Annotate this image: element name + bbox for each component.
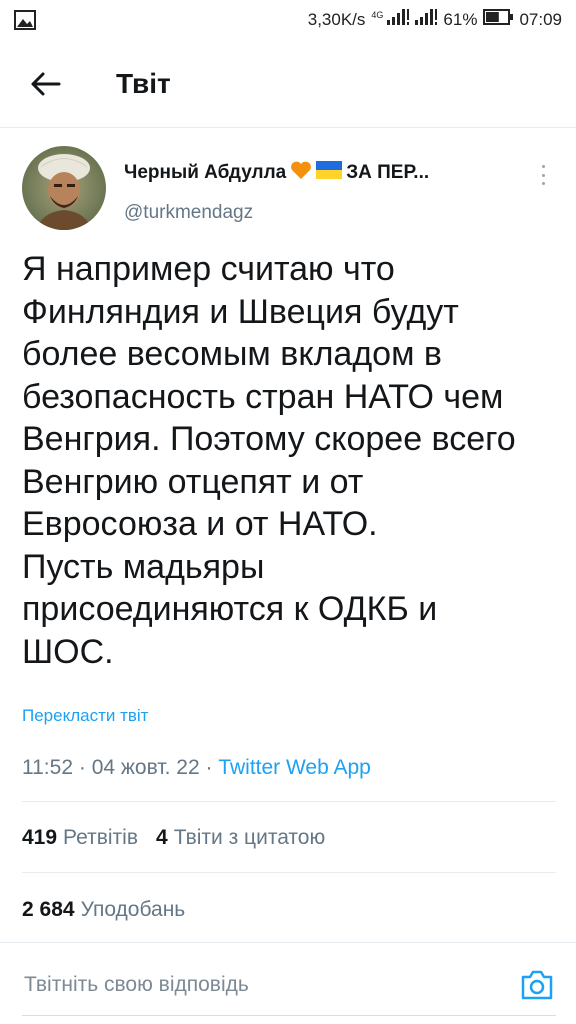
tweet-text-line: Финляндия и Швеция будут xyxy=(22,292,459,331)
tweet-author-handle[interactable]: @turkmendagz xyxy=(124,202,253,224)
tweet-text-line: ШОС. xyxy=(22,632,114,671)
tweet-text: Я например считаю что Финляндия и Швеция… xyxy=(22,248,562,673)
avatar[interactable] xyxy=(22,146,106,230)
tweet-text-line: Пусть мадьяры xyxy=(22,547,265,586)
arrow-left-icon xyxy=(31,72,61,96)
signal-icon xyxy=(387,9,410,30)
image-notification-icon xyxy=(14,10,36,35)
retweets-count: 419 xyxy=(22,826,58,849)
likes-label: Уподобань xyxy=(80,898,186,921)
likes-count: 2 684 xyxy=(22,898,75,921)
tweet-text-line: Венгрию отцепят и от xyxy=(22,462,364,501)
divider xyxy=(22,801,556,802)
tweet-time: 11:52 xyxy=(22,756,73,779)
tweet-text-line: более весомым вкладом в xyxy=(22,335,442,373)
likes-stat[interactable]: 2 684 Уподобань xyxy=(22,898,185,921)
app-header: Твіт xyxy=(0,42,576,128)
likes-row: 2 684 Уподобань xyxy=(22,898,185,922)
network-speed: 3,30K/s xyxy=(307,9,366,29)
tweet-date: 04 жовт. 22 xyxy=(91,756,200,779)
quotes-count: 4 xyxy=(156,826,168,849)
tweet-meta: 11:52 · 04 жовт. 22 · Twitter Web App xyxy=(22,756,371,780)
network-type: 4G xyxy=(371,9,384,20)
camera-icon xyxy=(521,970,553,1000)
meta-separator: · xyxy=(205,756,213,779)
reply-bar: Твітніть свою відповідь xyxy=(0,942,576,1024)
dot-icon xyxy=(541,165,545,168)
tweet-author-name[interactable]: Черный Абдулла ЗА ПЕР... xyxy=(124,160,429,186)
signal-icon-2 xyxy=(415,9,438,30)
meta-separator: · xyxy=(78,756,86,779)
tweet-source-link[interactable]: Twitter Web App xyxy=(218,756,371,779)
tweet-text-line: Я например считаю что xyxy=(22,250,395,288)
tweet-text-line: присоединяются к ОДКБ и xyxy=(22,590,438,628)
quotes-stat[interactable]: 4 Твіти з цитатою xyxy=(156,826,325,850)
display-name: Черный Абдулла xyxy=(124,162,287,183)
page-title: Твіт xyxy=(116,68,171,99)
clock: 07:09 xyxy=(519,9,562,29)
dot-icon xyxy=(541,182,545,185)
retweets-stat[interactable]: 419 Ретвітів xyxy=(22,826,138,850)
orange-heart-icon xyxy=(290,160,312,186)
tweet-stats-row: 419 Ретвітів 4 Твіти з цитатою xyxy=(22,826,325,850)
tweet-text-line: безопасность стран НАТО чем xyxy=(22,377,504,416)
back-button[interactable] xyxy=(26,66,66,102)
battery-percent: 61% xyxy=(443,9,478,29)
translate-tweet-link[interactable]: Перекласти твіт xyxy=(22,706,148,726)
more-options-button[interactable] xyxy=(534,162,552,188)
camera-button[interactable] xyxy=(520,969,554,1001)
tweet-text-line: Евросоюза и от НАТО. xyxy=(22,505,378,543)
dot-icon xyxy=(541,173,545,177)
divider xyxy=(22,872,556,873)
tweet-text-line: Венгрия. Поэтому скорее всего xyxy=(22,420,516,458)
status-bar: 3,30K/s 4G 61% 07:09 xyxy=(0,0,576,40)
quotes-label: Твіти з цитатою xyxy=(173,826,326,849)
retweets-label: Ретвітів xyxy=(63,826,138,849)
reply-input[interactable]: Твітніть свою відповідь xyxy=(24,973,249,997)
ukraine-flag-icon xyxy=(316,161,343,185)
status-indicators: 3,30K/s 4G 61% 07:09 xyxy=(308,9,562,30)
reply-underline xyxy=(22,1015,556,1016)
battery-icon xyxy=(483,9,514,30)
display-name-suffix: ЗА ПЕР... xyxy=(346,162,430,183)
